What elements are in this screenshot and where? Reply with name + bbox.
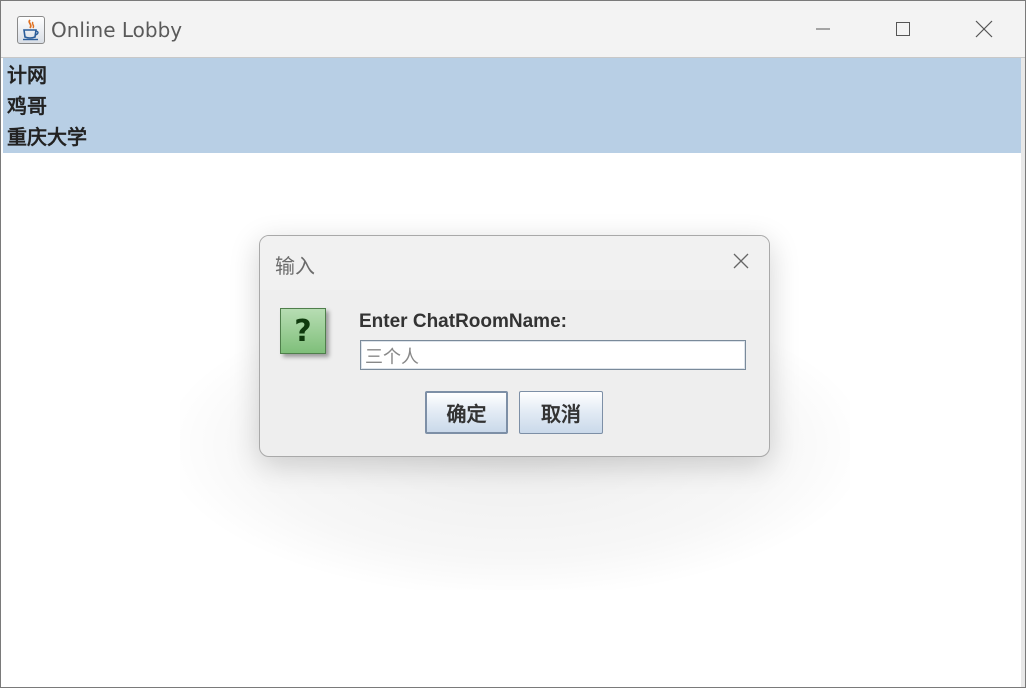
- scrollbar[interactable]: [1021, 58, 1025, 687]
- list-item[interactable]: 计网: [7, 60, 47, 91]
- minimize-button[interactable]: [783, 1, 863, 57]
- dialog-titlebar[interactable]: 输入: [260, 236, 769, 290]
- chatroom-name-value: 三个人: [365, 347, 419, 368]
- question-icon: ?: [280, 308, 326, 354]
- chatroom-name-input[interactable]: 三个人: [360, 340, 746, 370]
- close-icon: [975, 20, 993, 38]
- dialog-title: 输入: [275, 254, 315, 278]
- list-item[interactable]: 鸡哥: [7, 91, 47, 122]
- maximize-icon: [896, 22, 910, 36]
- cancel-button[interactable]: 取消: [519, 391, 603, 434]
- window-title: Online Lobby: [51, 18, 183, 42]
- maximize-button[interactable]: [863, 1, 943, 57]
- minimize-icon: [816, 28, 830, 30]
- chatroom-list[interactable]: 计网 鸡哥 重庆大学: [3, 58, 1021, 153]
- prompt-label: Enter ChatRoomName:: [359, 311, 567, 332]
- close-window-button[interactable]: [944, 1, 1024, 57]
- window-titlebar[interactable]: Online Lobby: [1, 1, 1025, 58]
- input-dialog: 输入 ? Enter ChatRoomName: 三个人 确定 取消: [259, 235, 770, 457]
- ok-button[interactable]: 确定: [425, 391, 508, 434]
- java-cup-icon: [17, 16, 45, 44]
- close-icon: [733, 253, 749, 269]
- dialog-close-button[interactable]: [726, 246, 756, 276]
- list-item[interactable]: 重庆大学: [7, 122, 87, 153]
